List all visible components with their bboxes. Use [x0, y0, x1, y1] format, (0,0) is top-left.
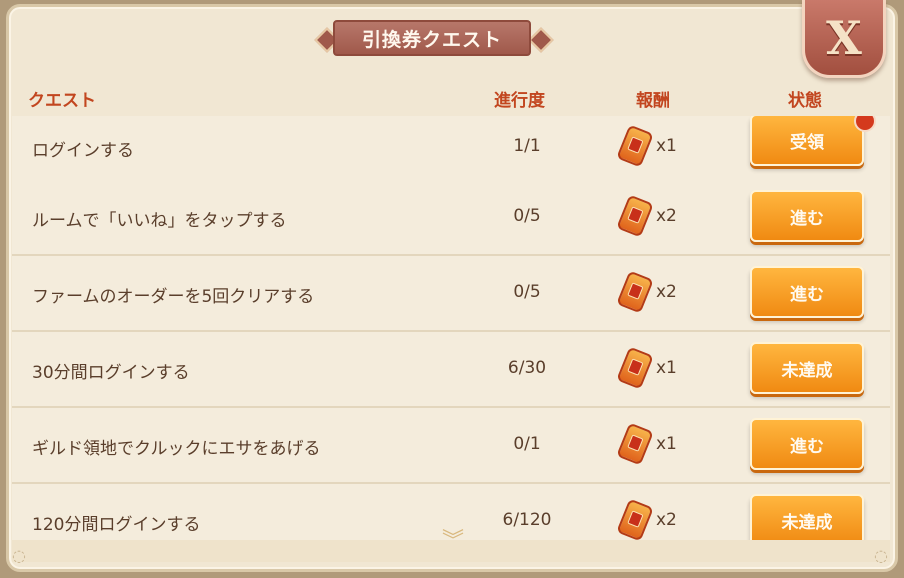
quest-reward: x2 [616, 270, 702, 316]
quest-progress: 0/1 [513, 434, 541, 454]
ticket-icon [616, 270, 654, 314]
reward-count: x1 [656, 136, 677, 156]
claim-button[interactable]: 受領 [750, 116, 864, 166]
quest-reward: x2 [616, 498, 702, 540]
notification-badge [854, 116, 876, 132]
quest-list[interactable]: ログインする 1/1 x1 受領 ルームで「いいね」をタップする 0/5 x2 … [12, 116, 890, 540]
quest-name: ログインする [32, 141, 134, 161]
quest-progress: 6/120 [502, 510, 552, 530]
incomplete-button[interactable]: 未達成 [750, 494, 864, 540]
ticket-icon [616, 124, 654, 168]
quest-name: ギルド領地でクルックにエサをあげる [32, 439, 321, 459]
reward-count: x2 [656, 282, 677, 302]
ticket-icon [616, 194, 654, 238]
close-button[interactable]: X [802, 0, 886, 78]
panel-title: 引換券クエスト [333, 20, 531, 56]
quest-progress: 0/5 [513, 206, 541, 226]
quest-name: 30分間ログインする [32, 363, 190, 383]
quest-progress: 1/1 [513, 136, 541, 156]
quest-reward: x1 [616, 346, 702, 392]
chevron-down-icon[interactable]: ︾ [436, 531, 470, 553]
quest-reward: x1 [616, 422, 702, 468]
reward-count: x1 [656, 358, 677, 378]
ticket-icon [616, 498, 654, 540]
quest-row: ルームで「いいね」をタップする 0/5 x2 進む [12, 180, 890, 256]
corner-ornament-icon: ◌ [874, 546, 888, 565]
quest-row: 30分間ログインする 6/30 x1 未達成 [12, 332, 890, 408]
go-button[interactable]: 進む [750, 266, 864, 318]
quest-reward: x1 [616, 124, 702, 170]
header-reward: 報酬 [636, 91, 670, 111]
quest-progress: 0/5 [513, 282, 541, 302]
quest-name: 120分間ログインする [32, 515, 201, 535]
quest-row: ログインする 1/1 x1 受領 [12, 116, 890, 186]
reward-count: x2 [656, 510, 677, 530]
quest-progress: 6/30 [507, 358, 547, 378]
quest-name: ルームで「いいね」をタップする [32, 211, 287, 231]
ticket-icon [616, 346, 654, 390]
header-progress: 進行度 [494, 91, 545, 111]
reward-count: x1 [656, 434, 677, 454]
quest-row: ギルド領地でクルックにエサをあげる 0/1 x1 進む [12, 408, 890, 484]
header-status: 状態 [788, 91, 822, 111]
quest-name: ファームのオーダーを5回クリアする [32, 287, 315, 307]
ticket-icon [616, 422, 654, 466]
go-button[interactable]: 進む [750, 418, 864, 470]
go-button[interactable]: 進む [750, 190, 864, 242]
close-icon: X [826, 10, 862, 65]
quest-reward: x2 [616, 194, 702, 240]
incomplete-button[interactable]: 未達成 [750, 342, 864, 394]
quest-row: ファームのオーダーを5回クリアする 0/5 x2 進む [12, 256, 890, 332]
reward-count: x2 [656, 206, 677, 226]
header-quest: クエスト [28, 91, 96, 111]
corner-ornament-icon: ◌ [12, 546, 26, 565]
